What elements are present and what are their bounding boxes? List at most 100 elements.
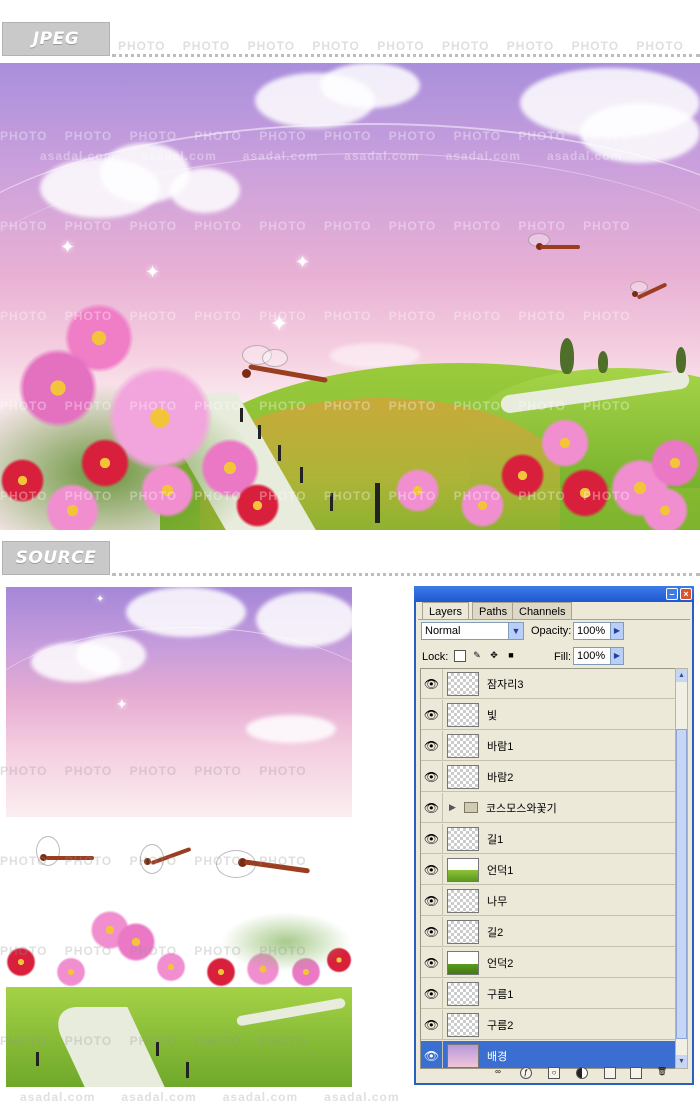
eye-icon[interactable]: 👁 — [421, 947, 443, 978]
layer-name: 길2 — [487, 926, 504, 939]
layers-scrollbar[interactable]: ▲ ▼ — [675, 668, 688, 1069]
eye-icon[interactable]: 👁 — [421, 792, 443, 823]
fence-post — [300, 467, 303, 483]
layer-name: 바람1 — [487, 740, 514, 753]
cloud — [170, 168, 240, 213]
layer-row[interactable]: 👁 길1 — [421, 823, 677, 854]
lock-transparency-icon[interactable] — [454, 650, 466, 662]
blend-mode-select[interactable]: Normal ▼ — [421, 622, 524, 640]
eye-icon[interactable]: 👁 — [421, 761, 443, 792]
layer-row[interactable]: 👁 구름2 — [421, 1009, 677, 1040]
new-group-icon[interactable] — [604, 1067, 616, 1079]
light-arc — [6, 627, 352, 817]
eye-icon[interactable]: 👁 — [421, 730, 443, 761]
layer-row[interactable]: 👁 바람2 — [421, 761, 677, 792]
sparkle-icon: ✦ — [270, 311, 289, 336]
trash-icon[interactable]: 🗑 — [656, 1067, 668, 1079]
layer-thumbnail — [447, 1012, 479, 1037]
close-icon[interactable]: × — [680, 588, 692, 600]
eye-icon[interactable]: 👁 — [421, 978, 443, 1009]
adjustment-layer-icon[interactable] — [576, 1067, 588, 1079]
fence-post — [278, 445, 281, 461]
expand-triangle-icon[interactable]: ▶ — [449, 802, 456, 813]
layers-panel: – × Layers Paths Channels Normal ▼ Opaci… — [414, 586, 694, 1085]
layer-name: 바람2 — [487, 771, 514, 784]
layer-thumbnail — [447, 826, 479, 851]
tab-layers[interactable]: Layers — [422, 602, 470, 620]
source-section-divider — [112, 573, 700, 576]
tab-divider — [418, 619, 690, 620]
jpeg-section-label: JPEG — [32, 29, 80, 49]
eye-icon[interactable]: 👁 — [421, 669, 443, 699]
cosmos-flower — [18, 348, 98, 428]
fill-field[interactable]: 100% — [573, 647, 611, 665]
cosmos-flower — [156, 952, 186, 982]
layer-thumbnail — [447, 733, 479, 758]
eye-icon[interactable]: 👁 — [421, 699, 443, 730]
add-mask-icon[interactable]: ○ — [548, 1067, 560, 1079]
layer-name: 빛 — [487, 709, 498, 722]
lock-move-icon[interactable]: ✥ — [488, 650, 500, 662]
source-elements-layer — [6, 822, 352, 1087]
fence-post — [375, 483, 380, 523]
scroll-up-icon[interactable]: ▲ — [676, 669, 687, 682]
jpeg-section-divider — [112, 54, 700, 57]
layer-thumbnail — [447, 888, 479, 913]
new-layer-icon[interactable] — [630, 1067, 642, 1079]
layer-row[interactable]: 👁 바람1 — [421, 730, 677, 761]
opacity-arrow-icon[interactable]: ▶ — [610, 622, 624, 640]
layer-row[interactable]: 👁 잠자리3 — [421, 669, 677, 699]
eye-icon[interactable]: 👁 — [421, 823, 443, 854]
lock-label: Lock: — [422, 651, 449, 663]
dragonfly — [136, 844, 196, 904]
layer-thumbnail — [447, 671, 479, 696]
layer-row-selected[interactable]: 👁 배경 — [421, 1040, 677, 1068]
fence-post — [186, 1062, 189, 1078]
eye-icon[interactable]: 👁 — [421, 1009, 443, 1040]
source-section-label: SOURCE — [15, 548, 97, 568]
lock-all-icon[interactable]: ■ — [505, 650, 517, 662]
layer-group-row[interactable]: 👁 ▶ 코스모스와꽃기 — [421, 792, 677, 823]
fill-label: Fill: — [554, 651, 572, 663]
lock-brush-icon[interactable]: ✎ — [471, 650, 483, 662]
layer-thumbnail — [447, 857, 479, 882]
layer-name: 구름2 — [487, 1019, 514, 1032]
layer-row[interactable]: 👁 길2 — [421, 916, 677, 947]
tree — [676, 347, 686, 373]
cosmos-flower — [395, 468, 440, 513]
tree — [560, 338, 574, 374]
layer-name: 배경 — [487, 1050, 508, 1063]
eye-icon[interactable]: 👁 — [421, 1040, 443, 1068]
scroll-thumb[interactable] — [676, 729, 687, 1039]
sparkle-icon: ✦ — [145, 262, 161, 282]
fill-arrow-icon[interactable]: ▶ — [610, 647, 624, 665]
eye-icon[interactable]: 👁 — [421, 885, 443, 916]
panel-tabs: Layers Paths Channels — [420, 602, 688, 620]
cosmos-flower — [640, 488, 690, 530]
opacity-field[interactable]: 100% — [573, 622, 611, 640]
link-layers-icon[interactable]: ∞ — [492, 1067, 504, 1079]
jpeg-section-tab: JPEG — [2, 22, 110, 56]
fence-post — [156, 1042, 159, 1056]
layer-row[interactable]: 👁 구름1 — [421, 978, 677, 1009]
layer-style-icon[interactable]: ƒ — [520, 1067, 532, 1079]
jpeg-preview-image: ✦ ✦ ✦ ✦ ✦ — [0, 63, 700, 530]
layer-row[interactable]: 👁 언덕2 — [421, 947, 677, 978]
eye-icon[interactable]: 👁 — [421, 916, 443, 947]
eye-icon[interactable]: 👁 — [421, 854, 443, 885]
tab-channels[interactable]: Channels — [512, 602, 573, 620]
layer-thumbnail — [447, 981, 479, 1006]
fence-post — [36, 1052, 39, 1066]
layer-row[interactable]: 👁 나무 — [421, 885, 677, 916]
folder-icon — [463, 802, 478, 813]
chevron-down-icon[interactable]: ▼ — [508, 623, 523, 639]
minimize-icon[interactable]: – — [666, 588, 678, 600]
layer-thumbnail — [447, 702, 479, 727]
tab-paths[interactable]: Paths — [472, 602, 515, 620]
layer-row[interactable]: 👁 언덕1 — [421, 854, 677, 885]
panel-titlebar[interactable]: – × — [414, 586, 694, 602]
layer-row[interactable]: 👁 빛 — [421, 699, 677, 730]
layer-name: 언덕2 — [487, 957, 514, 970]
cloud — [320, 63, 420, 108]
panel-bottom-bar: ∞ ƒ ○ 🗑 — [420, 1067, 688, 1081]
